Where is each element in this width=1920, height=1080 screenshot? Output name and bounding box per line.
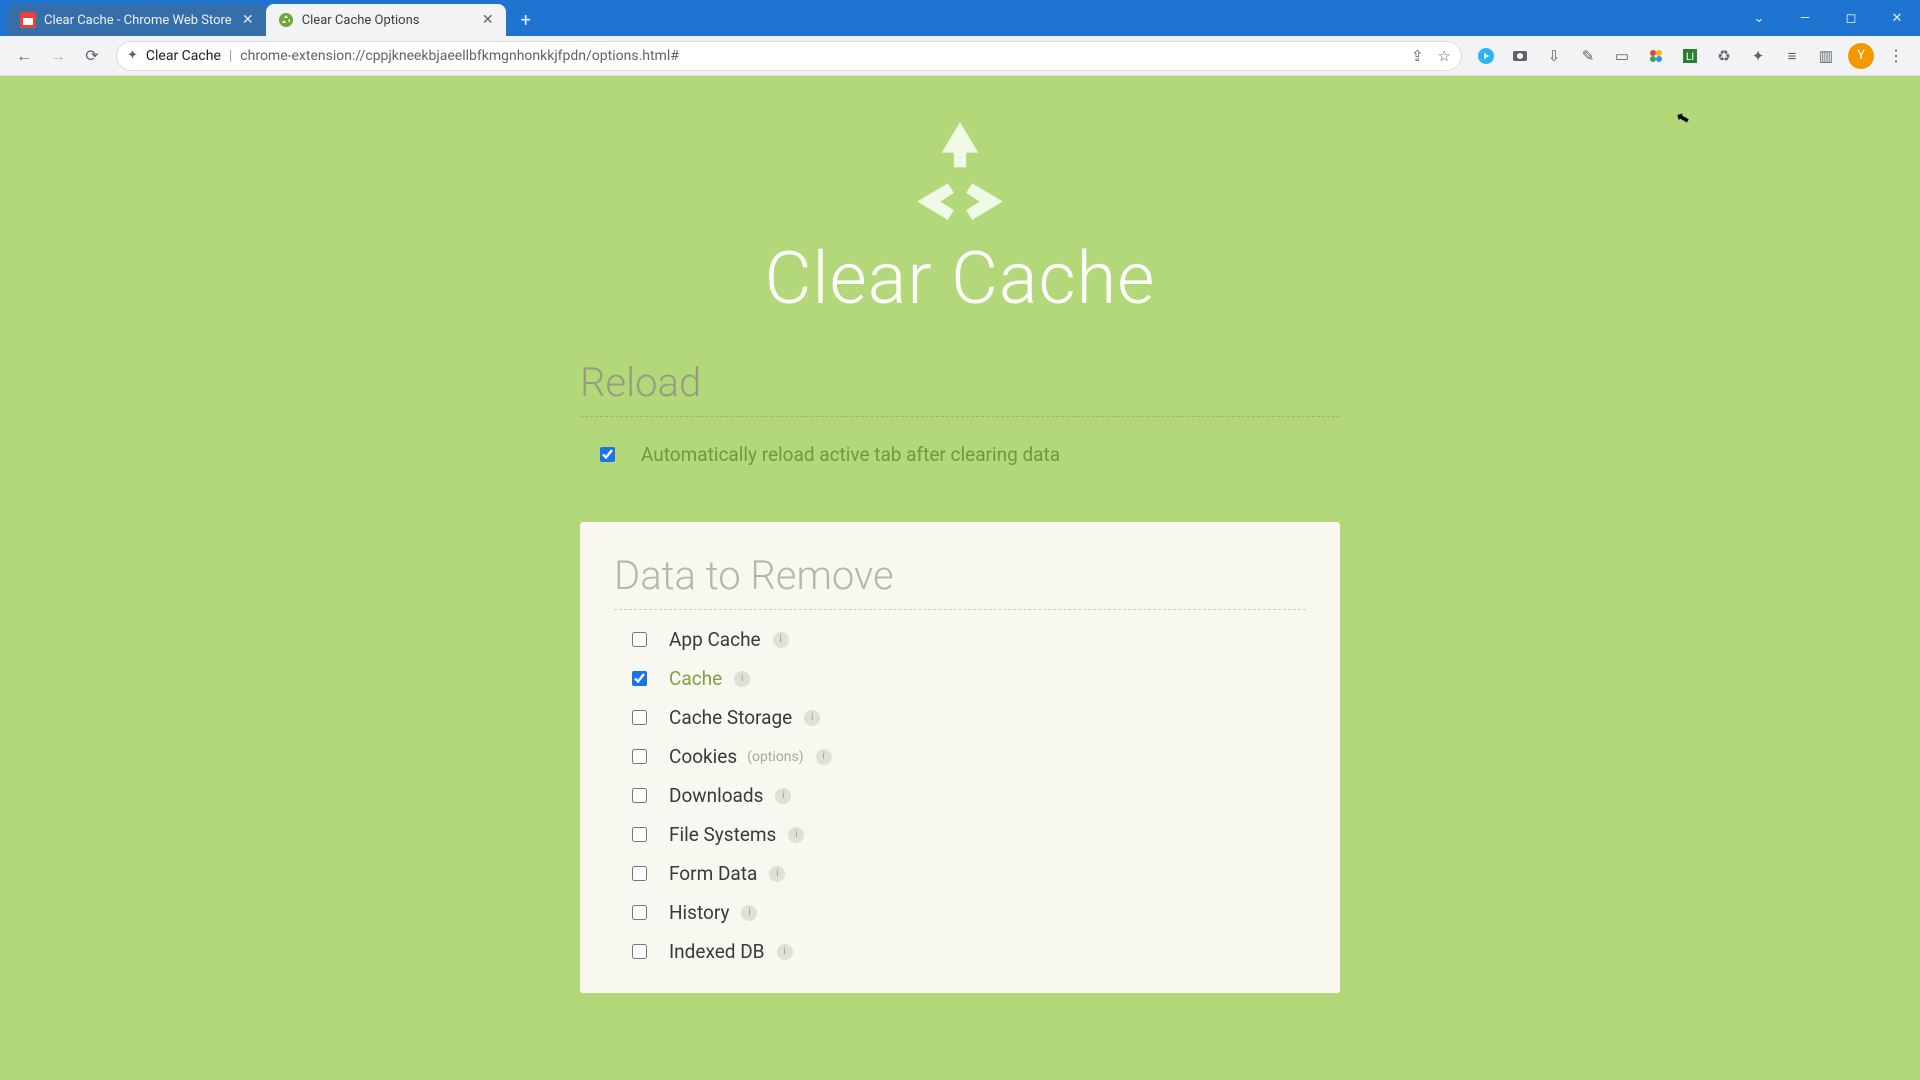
ext-icon-2[interactable] xyxy=(1508,44,1532,68)
info-icon[interactable]: i xyxy=(773,632,789,648)
info-icon[interactable]: i xyxy=(777,944,793,960)
reload-heading: Reload xyxy=(580,359,1340,406)
data-option-checkbox[interactable] xyxy=(632,671,647,686)
data-option-row: App Cache i xyxy=(614,628,1306,651)
auto-reload-label: Automatically reload active tab after cl… xyxy=(641,443,1060,466)
tab-options[interactable]: Clear Cache Options ✕ xyxy=(266,4,506,36)
ext-icon-5[interactable]: ▭ xyxy=(1610,44,1634,68)
data-option-row: History i xyxy=(614,901,1306,924)
url-text: chrome-extension://cppjkneekbjaeellbfkmg… xyxy=(240,48,1403,64)
reload-button[interactable]: ⟳ xyxy=(76,40,108,72)
viewport[interactable]: Clear Cache Reload Automatically reload … xyxy=(0,76,1920,1080)
data-option-checkbox[interactable] xyxy=(632,710,647,725)
data-option-row: Downloads i xyxy=(614,784,1306,807)
brand-recycle-icon xyxy=(895,116,1025,230)
address-bar[interactable]: ✦ Clear Cache | chrome-extension://cppjk… xyxy=(116,41,1462,71)
reading-list-icon[interactable]: ≡ xyxy=(1780,44,1804,68)
minimize-icon[interactable]: ― xyxy=(1782,0,1828,36)
bookmark-icon[interactable]: ☆ xyxy=(1438,47,1451,65)
data-option-label: Indexed DB xyxy=(669,940,765,963)
data-option-label: Form Data xyxy=(669,862,757,885)
toolbar: ← → ⟳ ✦ Clear Cache | chrome-extension:/… xyxy=(0,36,1920,76)
data-option-row: Cookies (options) i xyxy=(614,745,1306,768)
extension-tray: ⇩ ✎ ▭ LI ♻ ✦ ≡ ▥ xyxy=(1470,44,1842,68)
data-option-label: Downloads xyxy=(669,784,763,807)
options-page: Clear Cache Reload Automatically reload … xyxy=(0,76,1920,1080)
section-data-to-remove: Data to Remove App CacheiCacheiCache Sto… xyxy=(580,522,1340,993)
section-reload: Reload Automatically reload active tab a… xyxy=(580,359,1340,486)
site-chip: Clear Cache xyxy=(146,48,221,64)
back-button[interactable]: ← xyxy=(8,40,40,72)
ext-icon-3[interactable]: ⇩ xyxy=(1542,44,1566,68)
close-window-icon[interactable]: ✕ xyxy=(1874,0,1920,36)
info-icon[interactable]: i xyxy=(788,827,804,843)
data-option-checkbox[interactable] xyxy=(632,866,647,881)
data-option-checkbox[interactable] xyxy=(632,827,647,842)
kebab-menu-icon[interactable]: ⋮ xyxy=(1880,40,1912,72)
window-controls: ⌄ ― ◻ ✕ xyxy=(1736,0,1920,36)
data-option-label: History xyxy=(669,901,729,924)
ext-icon-6[interactable] xyxy=(1644,44,1668,68)
data-option-label: Cookies xyxy=(669,745,737,768)
data-option-checkbox[interactable] xyxy=(632,788,647,803)
ext-icon-1[interactable] xyxy=(1474,44,1498,68)
tab-title: Clear Cache - Chrome Web Store xyxy=(44,13,232,28)
ext-icon-8[interactable]: ♻ xyxy=(1712,44,1736,68)
maximize-icon[interactable]: ◻ xyxy=(1828,0,1874,36)
extensions-icon[interactable]: ✦ xyxy=(1746,44,1770,68)
tab-search-icon[interactable]: ⌄ xyxy=(1736,0,1782,36)
ext-icon-4[interactable]: ✎ xyxy=(1576,44,1600,68)
new-tab-button[interactable]: + xyxy=(512,6,540,34)
info-icon[interactable]: i xyxy=(734,671,750,687)
data-option-row: Cachei xyxy=(614,667,1306,690)
auto-reload-checkbox[interactable] xyxy=(600,447,615,462)
data-option-row: Indexed DB i xyxy=(614,940,1306,963)
data-option-row: Form Data i xyxy=(614,862,1306,885)
info-icon[interactable]: i xyxy=(775,788,791,804)
data-option-checkbox[interactable] xyxy=(632,632,647,647)
data-option-row: File Systems i xyxy=(614,823,1306,846)
close-icon[interactable]: ✕ xyxy=(240,12,256,28)
data-heading: Data to Remove xyxy=(614,552,1306,599)
ext-icon-7[interactable]: LI xyxy=(1678,44,1702,68)
recycle-icon xyxy=(278,12,294,28)
info-icon[interactable]: i xyxy=(816,749,832,765)
data-option-label: App Cache xyxy=(669,628,761,651)
data-option-row: Cache Storage i xyxy=(614,706,1306,729)
info-icon[interactable]: i xyxy=(769,866,785,882)
webstore-icon xyxy=(20,12,36,28)
tab-webstore[interactable]: Clear Cache - Chrome Web Store ✕ xyxy=(8,4,266,36)
close-icon[interactable]: ✕ xyxy=(480,12,496,28)
data-option-label: Cache Storage xyxy=(669,706,792,729)
profile-avatar[interactable]: Y xyxy=(1848,43,1874,69)
data-option-options-link[interactable]: (options) xyxy=(747,749,803,765)
extension-icon: ✦ xyxy=(127,48,138,63)
data-option-label: File Systems xyxy=(669,823,776,846)
info-icon[interactable]: i xyxy=(741,905,757,921)
data-option-checkbox[interactable] xyxy=(632,749,647,764)
tab-strip: Clear Cache - Chrome Web Store ✕ Clear C… xyxy=(0,0,1920,36)
data-option-label: Cache xyxy=(669,667,722,690)
tab-title: Clear Cache Options xyxy=(302,13,472,28)
data-option-checkbox[interactable] xyxy=(632,944,647,959)
data-option-checkbox[interactable] xyxy=(632,905,647,920)
svg-text:LI: LI xyxy=(1686,52,1694,63)
info-icon[interactable]: i xyxy=(804,710,820,726)
sidepanel-icon[interactable]: ▥ xyxy=(1814,44,1838,68)
brand-title: Clear Cache xyxy=(765,236,1156,321)
forward-button[interactable]: → xyxy=(42,40,74,72)
share-icon[interactable]: ⇪ xyxy=(1411,47,1424,65)
